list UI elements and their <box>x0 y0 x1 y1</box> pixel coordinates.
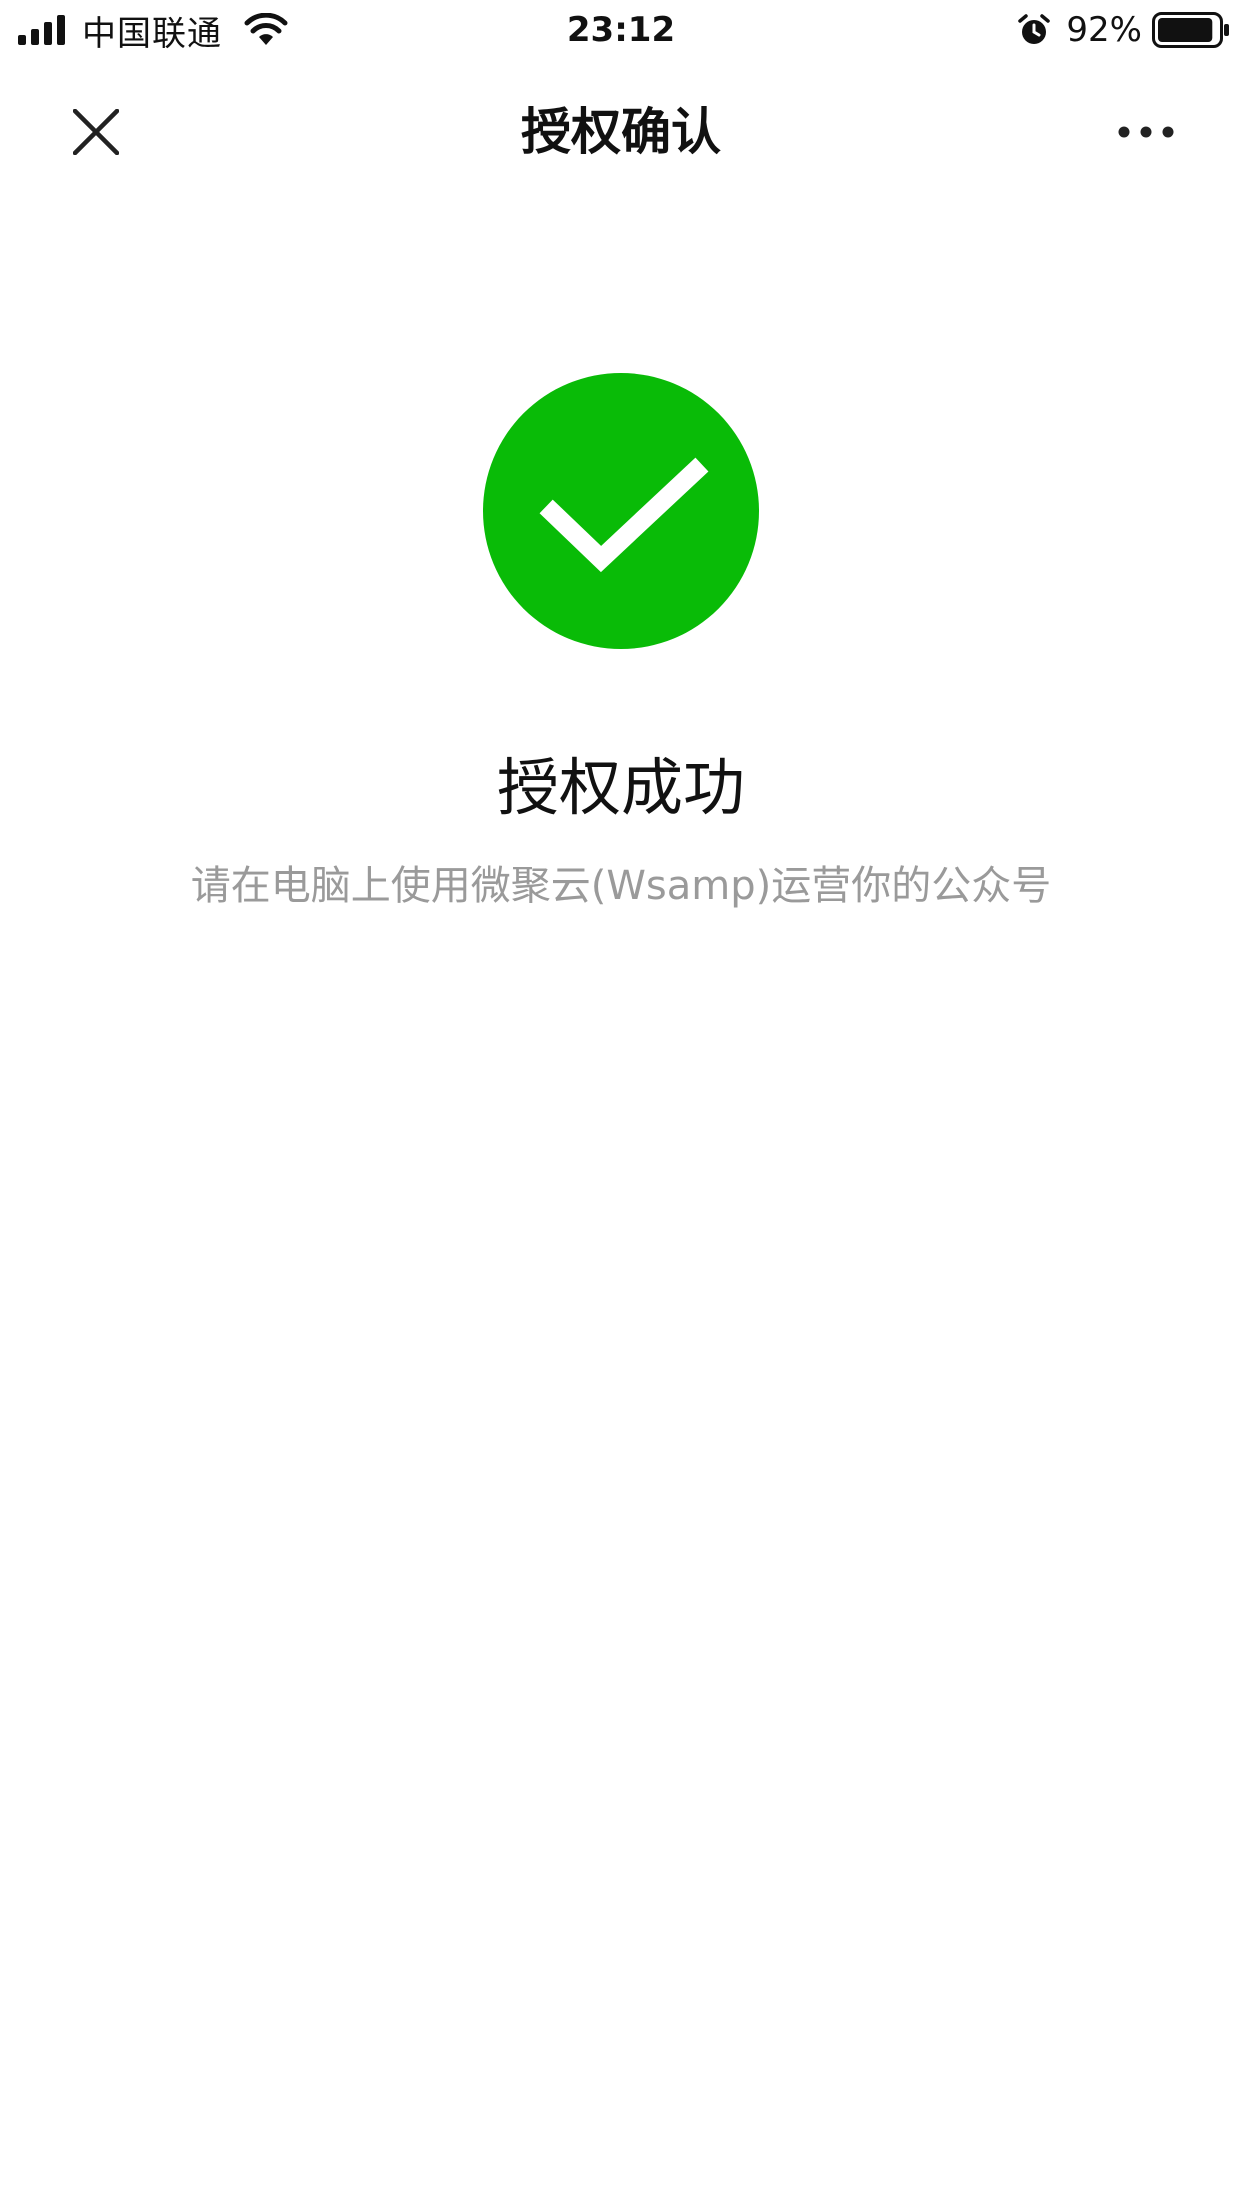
status-right: 92% <box>1018 8 1230 52</box>
battery-percent: 92% <box>1066 10 1142 50</box>
more-dots-icon <box>1118 126 1174 138</box>
alarm-icon <box>1018 14 1051 44</box>
more-options-button[interactable] <box>1098 102 1194 162</box>
result-title: 授权成功 <box>496 751 745 824</box>
page-title: 授权确认 <box>521 103 721 161</box>
result-description: 请在电脑上使用微聚云(Wsamp)运营你的公众号 <box>190 863 1052 909</box>
success-check-icon <box>483 373 759 649</box>
authorization-confirm-screen: 中国联通 23:12 92% 授权确认 授权成功 请在电脑上使用微聚云(Wsam… <box>0 0 1242 2208</box>
battery-icon <box>1152 12 1229 48</box>
status-bar: 中国联通 23:12 92% <box>0 0 1242 60</box>
navigation-bar: 授权确认 <box>0 64 1242 188</box>
